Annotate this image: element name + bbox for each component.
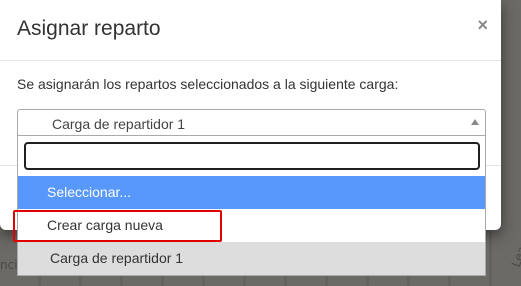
caret-up-icon: [471, 119, 479, 125]
load-select-dropdown: Seleccionar... Crear carga nueva Carga d…: [17, 136, 486, 276]
option-carga-repartidor-1[interactable]: Carga de repartidor 1: [18, 242, 485, 275]
highlight-annotation-box: [13, 210, 222, 242]
map-street-label-left: nci: [0, 258, 18, 272]
modal-header: Asignar reparto ×: [0, 0, 501, 61]
option-seleccionar[interactable]: Seleccionar...: [18, 176, 485, 209]
dropdown-search-wrapper: [24, 142, 480, 172]
load-select-value: Carga de repartidor 1: [52, 116, 186, 132]
modal-title: Asignar reparto: [17, 17, 161, 40]
map-street-label-right: Leand: [508, 230, 521, 270]
close-icon[interactable]: ×: [477, 15, 488, 36]
dropdown-search-input[interactable]: [24, 142, 480, 170]
load-select[interactable]: Carga de repartidor 1: [17, 109, 486, 136]
modal-description: Se asignarán los repartos seleccionados …: [17, 76, 399, 92]
